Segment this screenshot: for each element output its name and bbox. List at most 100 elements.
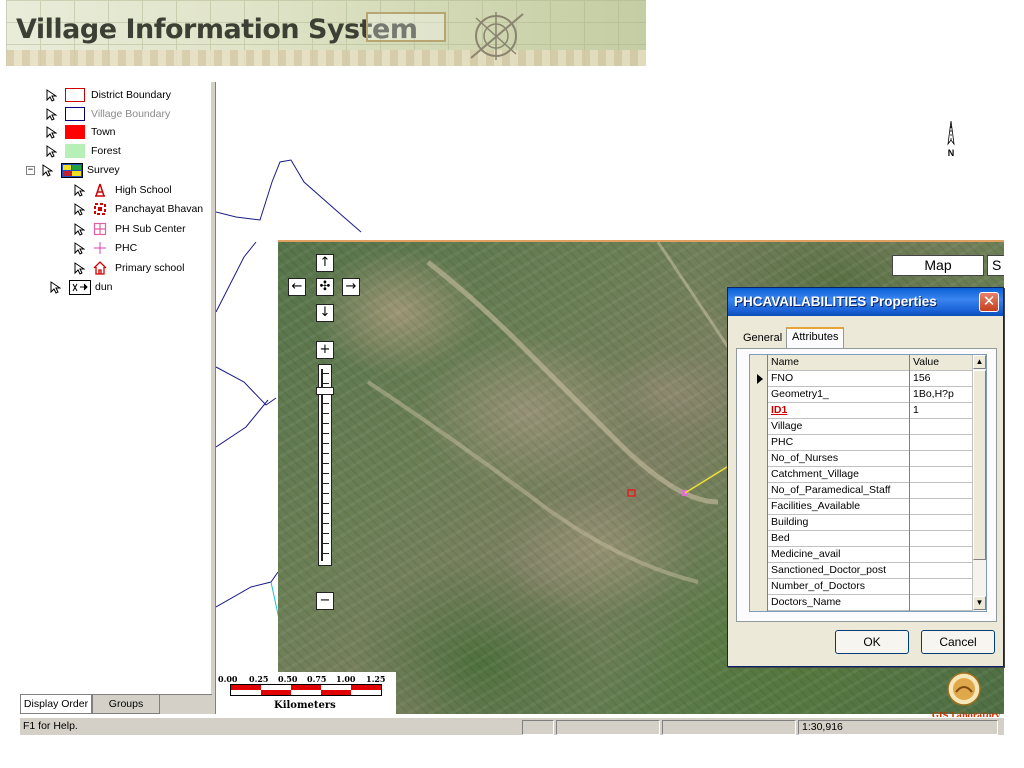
pan-left-button[interactable]: ← <box>288 278 306 296</box>
scroll-thumb[interactable] <box>973 370 986 560</box>
grid-scrollbar[interactable]: ▲ ▼ <box>972 355 986 611</box>
row-selector[interactable] <box>750 483 768 499</box>
row-selector[interactable] <box>750 579 768 595</box>
table-row[interactable]: FNO 156 <box>750 371 974 387</box>
field-name: Building <box>769 515 910 531</box>
satellite-type-button[interactable]: S <box>987 255 1004 276</box>
field-value[interactable] <box>911 467 974 483</box>
scroll-up-icon[interactable]: ▲ <box>973 355 986 369</box>
status-scale: 1:30,916 <box>798 720 998 735</box>
row-selector[interactable] <box>750 515 768 531</box>
table-row[interactable]: ID1 1 <box>750 403 974 419</box>
row-selector[interactable] <box>750 451 768 467</box>
row-selector[interactable] <box>750 371 768 387</box>
row-selector[interactable] <box>750 435 768 451</box>
table-row[interactable]: Building <box>750 515 974 531</box>
tab-display-order[interactable]: Display Order <box>20 695 92 714</box>
attribute-grid[interactable]: Name Value FNO 156 Geometry1_ 1Bo,H?p ID1 1 Vi… <box>749 354 987 612</box>
row-selector[interactable] <box>750 419 768 435</box>
row-selector[interactable] <box>750 499 768 515</box>
field-value[interactable]: 1Bo,H?p <box>911 387 974 403</box>
layer-survey[interactable]: − Survey <box>26 161 120 179</box>
field-value[interactable]: 156 <box>911 371 974 387</box>
layer-village-boundary[interactable]: Village Boundary <box>46 105 170 123</box>
row-selector[interactable] <box>750 547 768 563</box>
zoom-slider[interactable] <box>316 364 334 566</box>
zoom-in-button[interactable]: + <box>316 341 334 359</box>
zoom-out-button[interactable]: − <box>316 592 334 610</box>
cancel-button[interactable]: Cancel <box>921 630 995 654</box>
row-selector[interactable] <box>750 387 768 403</box>
row-selector[interactable] <box>750 531 768 547</box>
table-row[interactable]: Geometry1_ 1Bo,H?p <box>750 387 974 403</box>
town-swatch <box>65 125 85 139</box>
layer-label: Primary school <box>115 262 185 274</box>
ok-button[interactable]: OK <box>835 630 909 654</box>
field-value[interactable] <box>911 579 974 595</box>
field-value[interactable] <box>911 419 974 435</box>
survey-item-high-school[interactable]: High School <box>74 181 172 199</box>
forest-swatch <box>65 144 85 158</box>
table-row[interactable]: No_of_Nurses <box>750 451 974 467</box>
tab-groups[interactable]: Groups <box>92 695 160 714</box>
field-value[interactable] <box>911 451 974 467</box>
pan-center-button[interactable]: ✣ <box>316 278 334 296</box>
row-selector[interactable] <box>750 595 768 611</box>
layer-town[interactable]: Town <box>46 123 116 141</box>
layer-label: PHC <box>115 242 138 254</box>
field-name: No_of_Nurses <box>769 451 910 467</box>
row-selector[interactable] <box>750 467 768 483</box>
table-row[interactable]: Number_of_Doctors <box>750 579 974 595</box>
layer-forest[interactable]: Forest <box>46 142 121 160</box>
tab-general[interactable]: General <box>738 330 787 348</box>
field-value[interactable] <box>911 531 974 547</box>
close-icon[interactable]: ✕ <box>979 292 999 312</box>
panchayat-marker[interactable] <box>627 489 636 497</box>
table-row[interactable]: Bed <box>750 531 974 547</box>
table-row[interactable]: Doctors_Name <box>750 595 974 611</box>
collapse-icon[interactable]: − <box>26 165 35 175</box>
status-help-text: F1 for Help. <box>23 720 78 732</box>
field-value[interactable] <box>911 547 974 563</box>
table-row[interactable]: Medicine_avail <box>750 547 974 563</box>
field-value[interactable] <box>911 483 974 499</box>
layer-label: Panchayat Bhavan <box>115 203 204 215</box>
field-value[interactable] <box>911 563 974 579</box>
zoom-slider-thumb[interactable] <box>316 387 334 395</box>
select-arrow-icon <box>42 163 53 177</box>
column-header-value[interactable]: Value <box>911 355 974 371</box>
village-boundary-swatch <box>65 107 85 121</box>
pan-up-button[interactable]: ↑ <box>316 254 334 272</box>
north-arrow-icon: N <box>947 120 955 158</box>
survey-item-ph-sub-center[interactable]: PH Sub Center <box>74 220 186 238</box>
field-value[interactable] <box>911 595 974 611</box>
row-selector[interactable] <box>750 403 768 419</box>
table-row[interactable]: Village <box>750 419 974 435</box>
field-name: Number_of_Doctors <box>769 579 910 595</box>
table-row[interactable]: Catchment_Village <box>750 467 974 483</box>
field-value[interactable] <box>911 435 974 451</box>
table-row[interactable]: PHC <box>750 435 974 451</box>
map-type-button[interactable]: Map <box>892 255 984 276</box>
status-cell <box>662 720 796 735</box>
row-selector[interactable] <box>750 563 768 579</box>
field-value[interactable] <box>911 515 974 531</box>
survey-item-phc[interactable]: PHC <box>74 239 137 257</box>
tab-attributes[interactable]: Attributes <box>786 327 845 349</box>
table-row[interactable]: No_of_Paramedical_Staff <box>750 483 974 499</box>
field-value[interactable] <box>911 499 974 515</box>
column-header-name[interactable]: Name <box>769 355 910 371</box>
layer-dun[interactable]: dun <box>50 278 113 296</box>
table-row[interactable]: Sanctioned_Doctor_post <box>750 563 974 579</box>
scroll-down-icon[interactable]: ▼ <box>973 596 986 610</box>
dialog-title: PHCAVAILABILITIES Properties <box>734 294 937 309</box>
dialog-titlebar[interactable]: PHCAVAILABILITIES Properties ✕ <box>728 288 1003 316</box>
survey-item-primary-school[interactable]: Primary school <box>74 259 184 277</box>
table-row[interactable]: Facilities_Available <box>750 499 974 515</box>
survey-item-panchayat-bhavan[interactable]: Panchayat Bhavan <box>74 200 203 218</box>
pan-down-button[interactable]: ↓ <box>316 304 334 322</box>
field-value[interactable]: 1 <box>911 403 974 419</box>
pan-right-button[interactable]: → <box>342 278 360 296</box>
layer-label: High School <box>115 184 172 196</box>
layer-district-boundary[interactable]: District Boundary <box>46 86 171 104</box>
